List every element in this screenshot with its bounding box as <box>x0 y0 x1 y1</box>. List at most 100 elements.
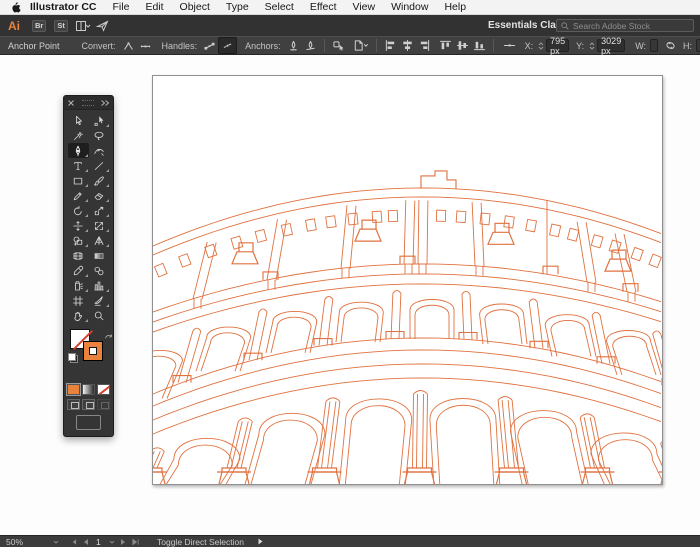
w-field[interactable] <box>650 39 659 52</box>
tool-artboard[interactable] <box>68 293 89 308</box>
link-dimensions-icon[interactable] <box>662 38 679 53</box>
cut-path-button[interactable] <box>302 38 319 53</box>
bridge-button[interactable]: Br <box>32 19 47 32</box>
tool-line-segment[interactable] <box>89 158 110 173</box>
align-left-button[interactable] <box>382 38 399 53</box>
align-hcenter-button[interactable] <box>399 38 416 53</box>
menu-bar: Illustrator CC File Edit Object Type Sel… <box>0 0 700 15</box>
swap-fill-stroke-icon[interactable] <box>104 329 113 347</box>
tool-scale[interactable] <box>89 203 110 218</box>
tool-pen[interactable] <box>67 143 89 158</box>
zoom-dropdown-icon[interactable] <box>53 540 59 544</box>
tool-rotate[interactable] <box>68 203 89 218</box>
menu-item-view[interactable]: View <box>353 1 376 13</box>
tool-grid <box>64 110 113 323</box>
tool-direct-selection[interactable] <box>89 113 110 128</box>
zoom-level-control[interactable]: 50% <box>0 537 50 547</box>
search-input[interactable]: Search Adobe Stock <box>556 19 694 32</box>
tool-zoom[interactable] <box>89 308 110 323</box>
align-right-button[interactable] <box>416 38 433 53</box>
remove-anchor-button[interactable] <box>285 38 302 53</box>
first-artboard-icon[interactable] <box>70 538 77 545</box>
stroke-swatch[interactable] <box>83 341 103 361</box>
gradient-button[interactable] <box>82 384 95 395</box>
show-handles-button[interactable] <box>201 38 218 53</box>
menu-item-select[interactable]: Select <box>265 1 294 13</box>
hide-handles-button[interactable] <box>218 37 238 54</box>
draw-behind-button[interactable] <box>82 399 95 410</box>
tool-free-transform[interactable] <box>89 218 110 233</box>
menu-item-effect[interactable]: Effect <box>310 1 337 13</box>
menu-item-object[interactable]: Object <box>180 1 210 13</box>
draw-inside-button[interactable] <box>97 399 110 410</box>
tool-slice[interactable] <box>89 293 110 308</box>
control-bar: Anchor Point Convert: Handles: Anchors: … <box>0 36 700 56</box>
separator <box>323 39 325 52</box>
previous-artboard-icon[interactable] <box>83 538 88 545</box>
y-field[interactable]: 3029 px <box>597 36 626 56</box>
document-setup-button[interactable] <box>347 38 371 53</box>
tool-hand[interactable] <box>68 308 89 323</box>
convert-to-corner-button[interactable] <box>120 38 137 53</box>
tool-symbol-sprayer[interactable] <box>68 278 89 293</box>
illustrator-window: Illustrator CC File Edit Object Type Sel… <box>0 0 700 547</box>
tool-lasso[interactable] <box>89 128 110 143</box>
align-bottom-button[interactable] <box>471 38 488 53</box>
arrange-documents-icon[interactable] <box>75 20 91 31</box>
tools-panel-header[interactable] <box>64 96 113 110</box>
menu-item-help[interactable]: Help <box>444 1 466 13</box>
next-artboard-icon[interactable] <box>120 538 126 545</box>
change-screen-mode-button[interactable] <box>76 415 101 430</box>
apple-menu-icon[interactable] <box>10 1 21 13</box>
tool-selection[interactable] <box>68 113 89 128</box>
tool-width[interactable] <box>68 218 89 233</box>
h-field[interactable] <box>696 39 700 52</box>
context-label: Anchor Point <box>8 40 60 51</box>
fill-stroke-swatches <box>64 327 113 381</box>
share-icon[interactable] <box>95 19 109 32</box>
menu-item-window[interactable]: Window <box>391 1 428 13</box>
tool-type[interactable] <box>68 158 89 173</box>
default-fill-stroke-icon[interactable] <box>68 353 78 363</box>
menu-item-app[interactable]: Illustrator CC <box>30 1 97 13</box>
application-bar: Ai Br St Essentials Classic Search Adobe… <box>0 15 700 36</box>
close-icon[interactable] <box>68 99 74 106</box>
tool-curvature[interactable] <box>89 143 110 158</box>
tool-pencil[interactable] <box>68 188 89 203</box>
drawing-modes-row <box>64 399 113 410</box>
last-artboard-icon[interactable] <box>132 538 139 545</box>
artboard-dropdown-icon[interactable] <box>109 540 115 544</box>
stock-button[interactable]: St <box>54 19 68 32</box>
tool-eyedropper[interactable] <box>68 263 89 278</box>
color-button[interactable] <box>66 383 81 396</box>
tool-magic-wand[interactable] <box>68 128 89 143</box>
tool-shape-builder[interactable] <box>68 233 89 248</box>
draw-normal-button[interactable] <box>67 399 80 410</box>
tool-column-graph[interactable] <box>89 278 110 293</box>
tool-mesh[interactable] <box>68 248 89 263</box>
tool-paintbrush[interactable] <box>89 173 110 188</box>
menu-item-file[interactable]: File <box>113 1 130 13</box>
none-button[interactable] <box>97 384 110 395</box>
artboard-number[interactable]: 1 <box>96 537 101 547</box>
y-stepper[interactable] <box>589 41 595 50</box>
tool-perspective-grid[interactable] <box>89 233 110 248</box>
menu-item-edit[interactable]: Edit <box>145 1 163 13</box>
align-vcenter-button[interactable] <box>454 38 471 53</box>
anchor-point-display-icon <box>499 38 521 53</box>
isolate-selection-button[interactable] <box>330 38 347 53</box>
tool-eraser[interactable] <box>89 188 110 203</box>
tools-panel <box>63 95 114 437</box>
tool-gradient[interactable] <box>89 248 110 263</box>
artboard[interactable] <box>152 75 663 485</box>
tool-rectangle[interactable] <box>68 173 89 188</box>
status-menu-arrow-icon[interactable] <box>258 538 263 545</box>
menu-item-type[interactable]: Type <box>226 1 249 13</box>
drag-handle[interactable] <box>81 99 94 106</box>
align-top-button[interactable] <box>437 38 454 53</box>
collapse-panel-icon[interactable] <box>101 99 110 106</box>
convert-to-smooth-button[interactable] <box>137 38 154 53</box>
x-field[interactable]: 795 px <box>546 36 570 56</box>
tool-blend[interactable] <box>89 263 110 278</box>
x-stepper[interactable] <box>538 41 544 50</box>
